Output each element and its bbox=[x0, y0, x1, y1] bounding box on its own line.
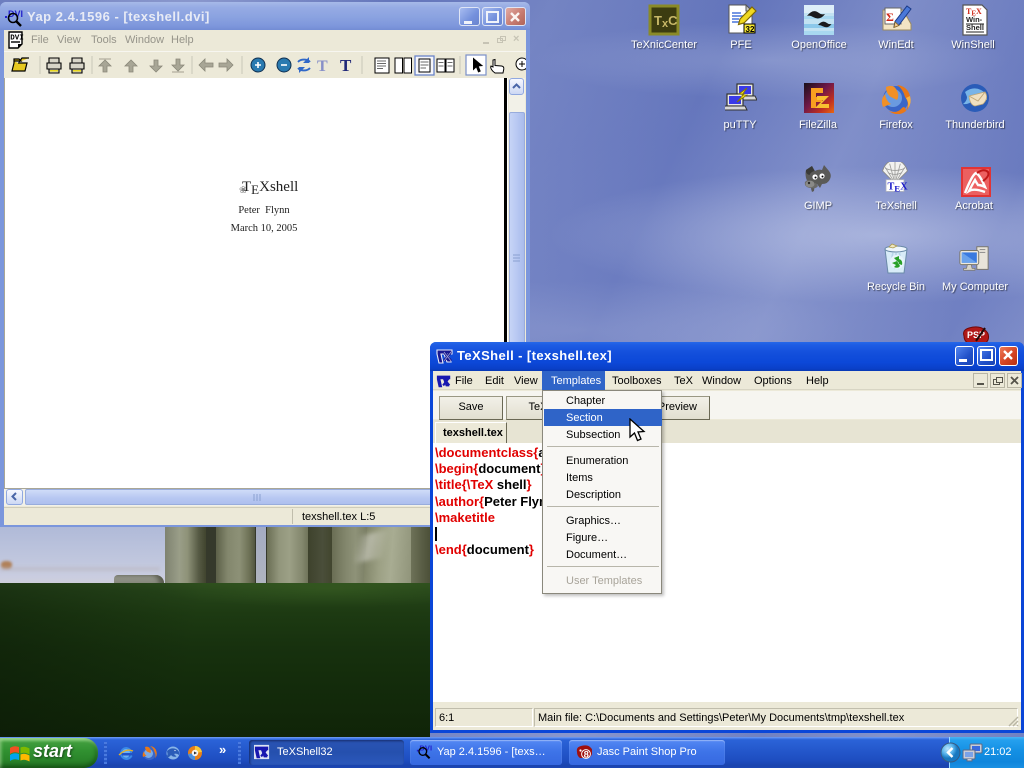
svg-text:DVI: DVI bbox=[10, 35, 24, 43]
svg-text:T: T bbox=[340, 56, 352, 75]
svg-text:8: 8 bbox=[584, 750, 589, 761]
svg-text:T: T bbox=[317, 58, 328, 75]
svg-text:32: 32 bbox=[746, 25, 755, 34]
svg-text:TEX: TEX bbox=[887, 182, 908, 194]
svg-text:Σ: Σ bbox=[886, 10, 894, 24]
